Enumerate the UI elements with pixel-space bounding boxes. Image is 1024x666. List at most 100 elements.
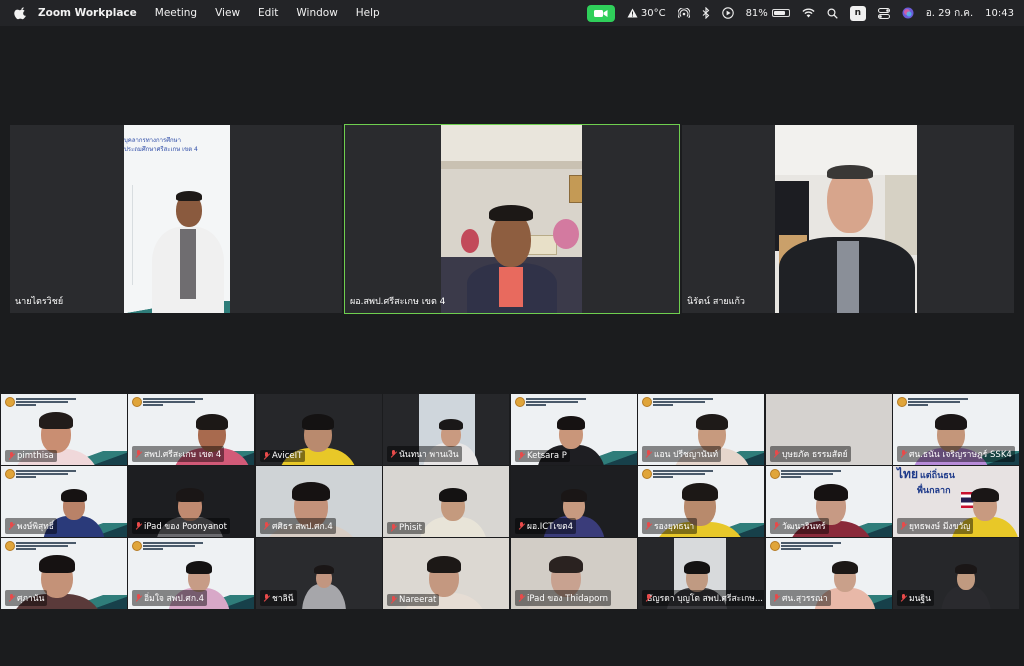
video-tile-participant[interactable]: แอน ปรีชญานันท์: [638, 394, 764, 465]
speaker-video-feed: [441, 125, 582, 313]
video-tile-participant[interactable]: สพป.ศรีสะเกษ เขต 4: [128, 394, 254, 465]
video-tile-speaker-3[interactable]: นิรัตน์ สายแก้ว: [682, 125, 1014, 313]
participant-name-text: ธัญรดา บุญโต สพป.ศรีสะเกษ...: [647, 594, 763, 604]
microphone-muted-icon: [645, 450, 652, 458]
participant-name-label: สพป.ศรีสะเกษ เขต 4: [132, 446, 225, 462]
microphone-muted-icon: [773, 450, 780, 458]
microphone-muted-icon: [135, 594, 142, 602]
control-center-icon[interactable]: [877, 7, 890, 19]
menu-edit[interactable]: Edit: [258, 7, 278, 19]
airplay-radar-icon[interactable]: [677, 7, 690, 19]
participant-name-text: สพป.ศรีสะเกษ เขต 4: [144, 450, 222, 460]
microphone-muted-icon: [263, 594, 270, 602]
now-playing-icon[interactable]: [721, 7, 734, 19]
battery-icon: [771, 9, 790, 17]
participant-name-label: ชาลินี: [260, 590, 297, 606]
participant-name-text: บุษยภัค ธรรมสัตย์: [782, 450, 848, 460]
microphone-muted-icon: [263, 452, 270, 460]
microphone-muted-icon: [390, 524, 397, 532]
video-tile-participant[interactable]: รองยุทธนา: [638, 466, 764, 537]
participant-name-text: ศุภานัน: [17, 594, 45, 604]
participant-name-label: pimthisa: [5, 450, 57, 462]
participant-name-text: นันทนา พานเงิน: [399, 450, 459, 460]
bluetooth-icon[interactable]: [702, 7, 710, 19]
video-tile-participant[interactable]: อิ่มใจ สพป.ศก.4: [128, 538, 254, 609]
temperature-text: 30°C: [640, 7, 666, 19]
input-source-badge[interactable]: n: [849, 5, 866, 21]
video-tile-participant[interactable]: นันทนา พานเงิน: [383, 394, 509, 465]
video-tile-participant[interactable]: ไทย แต่ถิ่นธน พื่นกลาก ยุทธพงษ์ มีงขวัญ: [893, 466, 1019, 537]
microphone-muted-icon: [900, 522, 907, 530]
participant-name-label: ศน.สุวรรณา: [770, 590, 831, 606]
app-menu-zoom[interactable]: Zoom Workplace: [38, 7, 137, 19]
participant-name-text: iPad ของ Thidaporn: [527, 594, 609, 604]
participant-name-label: วัฒนวรินทร์: [770, 518, 829, 534]
participant-name-label: แอน ปรีชญานันท์: [642, 446, 722, 462]
participant-name-text: Nareerat: [399, 595, 437, 605]
video-tile-participant[interactable]: ผอ.ICTเขต4: [511, 466, 637, 537]
video-tile-speaker-1[interactable]: บุคลากรทางการศึกษา ประถมศึกษาศรีสะเกษ เข…: [10, 125, 342, 313]
participant-name-text: ยุทธพงษ์ มีงขวัญ: [909, 522, 971, 532]
participant-name-text: Phisit: [399, 523, 422, 533]
participant-name-label: ผอ.สพป.ศรีสะเกษ เขต 4: [350, 297, 446, 307]
menu-view[interactable]: View: [215, 7, 240, 19]
participant-name-label: พงษ์พิสุทธิ์: [5, 518, 57, 534]
participant-name-label: AviceIT: [260, 450, 306, 462]
battery-level-fill: [773, 11, 786, 15]
time-text[interactable]: 10:43: [985, 8, 1014, 19]
video-tile-participant[interactable]: Phisit: [383, 466, 509, 537]
slide-title-line-2: ประถมศึกษาศรีสะเกษ เขต 4: [124, 146, 198, 153]
battery-status[interactable]: 81%: [746, 8, 790, 19]
participant-name-label: นิรัตน์ สายแก้ว: [687, 297, 745, 307]
video-tile-participant[interactable]: มนฐิน: [893, 538, 1019, 609]
participant-name-label: ธัญรดา บุญโต สพป.ศรีสะเกษ...: [642, 590, 764, 606]
video-tile-participant[interactable]: iPad ของ Poonyanot: [128, 466, 254, 537]
warning-icon: [627, 8, 638, 18]
video-tile-participant[interactable]: Ketsara P: [511, 394, 637, 465]
microphone-muted-icon: [135, 522, 142, 530]
participant-name-label: iPad ของ Thidaporn: [515, 590, 612, 606]
microphone-muted-icon: [773, 594, 780, 602]
microphone-muted-icon: [8, 452, 15, 460]
video-tile-participant[interactable]: pimthisa: [1, 394, 127, 465]
video-tile-participant[interactable]: ธัญรดา บุญโต สพป.ศรีสะเกษ...: [638, 538, 764, 609]
video-tile-participant[interactable]: พงษ์พิสุทธิ์: [1, 466, 127, 537]
participant-name-label: นายไตรวิชย์: [15, 297, 64, 307]
video-tile-participant[interactable]: ศน.สุวรรณา: [766, 538, 892, 609]
weather-status[interactable]: 30°C: [627, 8, 666, 19]
participant-name-label: รองยุทธนา: [642, 518, 698, 534]
menu-meeting[interactable]: Meeting: [155, 7, 197, 19]
menu-window[interactable]: Window: [296, 7, 337, 19]
video-tile-participant[interactable]: iPad ของ Thidaporn: [511, 538, 637, 609]
participant-name-text: วัฒนวรินทร์: [782, 522, 826, 532]
video-tile-participant[interactable]: บุษยภัค ธรรมสัตย์: [766, 394, 892, 465]
video-tile-participant[interactable]: ศน.ธนัน เจริญราษฎร์ SSK4: [893, 394, 1019, 465]
participant-name-label: ยุทธพงษ์ มีงขวัญ: [897, 518, 974, 534]
participant-name-label: Nareerat: [387, 594, 440, 606]
battery-percent: 81%: [745, 7, 768, 19]
video-tile-participant[interactable]: AviceIT: [256, 394, 382, 465]
video-tile-participant[interactable]: วัฒนวรินทร์: [766, 466, 892, 537]
participant-name-text: ศน.สุวรรณา: [782, 594, 828, 604]
menu-help[interactable]: Help: [356, 7, 380, 19]
microphone-muted-icon: [390, 450, 397, 458]
spotlight-search-icon[interactable]: [827, 7, 838, 19]
video-tile-speaker-2-active[interactable]: ผอ.สพป.ศรีสะเกษ เขต 4: [344, 124, 680, 314]
participant-name-label: ผอ.ICTเขต4: [515, 518, 577, 534]
siri-icon[interactable]: [902, 7, 914, 19]
participant-name-label: มนฐิน: [897, 590, 934, 606]
video-tile-participant[interactable]: Nareerat: [383, 538, 509, 609]
video-tile-participant[interactable]: ศศิธร สพป.ศก.4: [256, 466, 382, 537]
date-text[interactable]: อ. 29 ก.ค.: [926, 6, 973, 21]
microphone-muted-icon: [645, 522, 652, 530]
participant-name-label: บุษยภัค ธรรมสัตย์: [770, 446, 851, 462]
microphone-muted-icon: [518, 452, 525, 460]
participant-name-label: Ketsara P: [515, 450, 570, 462]
video-tile-participant[interactable]: ชาลินี: [256, 538, 382, 609]
participant-name-text: AviceIT: [272, 451, 303, 461]
wifi-icon[interactable]: [802, 8, 815, 18]
video-tile-participant[interactable]: ศุภานัน: [1, 538, 127, 609]
microphone-muted-icon: [518, 522, 525, 530]
zoom-camera-status-button[interactable]: [586, 4, 615, 22]
apple-icon[interactable]: [14, 6, 28, 20]
